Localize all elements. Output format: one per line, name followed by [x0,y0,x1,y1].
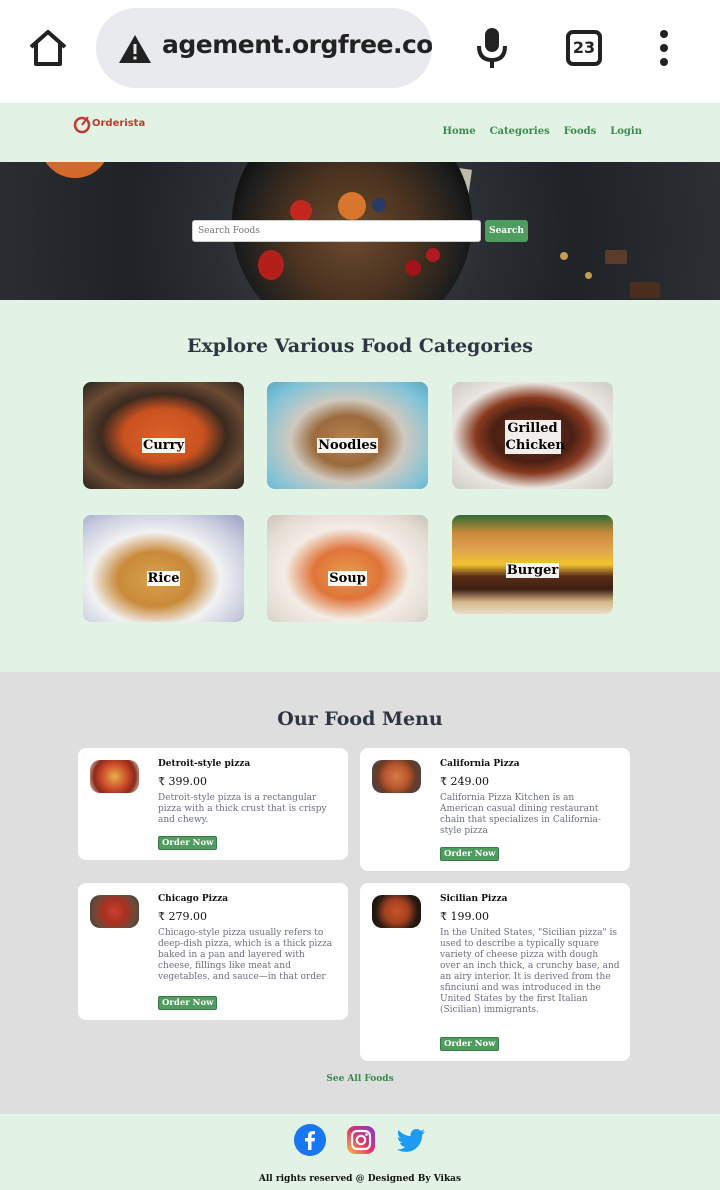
order-now-button[interactable]: Order Now [440,1037,500,1051]
logo-text: Orderista [92,118,146,129]
url-text[interactable]: agement.orgfree.com [162,30,432,59]
more-options-icon[interactable] [654,30,674,66]
nav-login-link[interactable]: Login [610,126,642,137]
nav-home-link[interactable]: Home [443,126,476,137]
food-name: California Pizza [440,759,520,769]
hero-strawberry [290,200,312,222]
hero-orange-decoration [40,162,110,178]
copyright-text: All rights reserved @ Designed By Vikas [258,1174,462,1184]
hero-cherry [426,248,440,262]
search-form: Search [192,220,528,242]
food-name: Chicago Pizza [158,894,229,904]
order-now-button[interactable]: Order Now [158,996,218,1010]
site-footer: All rights reserved @ Designed By Vikas [0,1114,720,1190]
category-card-grilled-chicken[interactable]: Grilled Chicken [452,382,613,489]
category-label: Noodles [317,438,378,453]
category-card-burger[interactable]: Burger [452,515,613,614]
twitter-icon[interactable] [395,1124,427,1156]
menu-title: Our Food Menu [277,708,443,730]
hero-strawberry [258,250,284,280]
hero-granola [585,272,592,279]
food-menu-section: Our Food Menu Detroit-style pizza ₹ 399.… [0,672,720,1114]
order-now-button[interactable]: Order Now [158,836,218,850]
food-price: ₹ 249.00 [440,775,489,788]
hero-banner: Search [0,162,720,300]
category-card-rice[interactable]: Rice [83,515,244,622]
food-card-chicago-pizza: Chicago Pizza ₹ 279.00 Chicago-style piz… [78,883,348,1020]
food-price: ₹ 399.00 [158,775,207,788]
category-card-noodles[interactable]: Noodles [267,382,428,489]
warning-icon[interactable] [118,34,152,64]
home-icon[interactable] [26,26,70,70]
hero-chocolate [605,250,627,264]
instagram-icon[interactable] [345,1124,377,1156]
categories-title: Explore Various Food Categories [187,335,533,357]
see-all-foods-link[interactable]: See All Foods [0,1074,720,1084]
food-price: ₹ 199.00 [440,910,489,923]
category-card-soup[interactable]: Soup [267,515,428,622]
main-nav: Home Categories Foods Login [443,126,643,137]
food-description: In the United States, "Sicilian pizza" i… [440,928,620,1015]
category-card-curry[interactable]: Curry [83,382,244,489]
hero-blueberry [372,198,386,212]
nav-categories-link[interactable]: Categories [490,126,550,137]
address-bar[interactable]: agement.orgfree.com [96,8,432,88]
category-label: Curry [141,438,186,453]
logo-mark-icon [73,116,91,134]
category-label: Burger [505,563,560,578]
food-card-detroit-pizza: Detroit-style pizza ₹ 399.00 Detroit-sty… [78,748,348,860]
food-description: California Pizza Kitchen is an American … [440,793,601,836]
search-button[interactable]: Search [485,220,528,242]
food-image [372,760,421,793]
food-description: Chicago-style pizza usually refers to de… [158,928,333,982]
site-header: Orderista Home Categories Foods Login [0,104,720,162]
food-card-sicilian-pizza: Sicilian Pizza ₹ 199.00 In the United St… [360,883,630,1061]
browser-toolbar: agement.orgfree.com 23 [0,0,720,104]
food-description: Detroit-style pizza is a rectangular piz… [158,793,327,825]
category-label: Soup [328,571,367,586]
food-image [90,895,139,928]
food-name: Detroit-style pizza [158,759,251,769]
order-now-button[interactable]: Order Now [440,847,500,861]
microphone-icon[interactable] [474,26,510,70]
search-input[interactable] [192,220,481,242]
hero-chocolate [630,282,660,298]
food-image [90,760,139,793]
food-image [372,895,421,928]
tab-count-button[interactable]: 23 [566,30,602,66]
nav-foods-link[interactable]: Foods [564,126,597,137]
category-label: Rice [146,571,181,586]
food-price: ₹ 279.00 [158,910,207,923]
hero-cherry [405,260,421,276]
hero-granola [560,252,568,260]
facebook-icon[interactable] [294,1124,326,1156]
food-name: Sicilian Pizza [440,894,508,904]
hero-orange-slice [338,192,366,220]
category-label: Grilled Chicken [504,420,565,454]
categories-section: Explore Various Food Categories Curry No… [0,300,720,672]
food-card-california-pizza: California Pizza ₹ 249.00 California Piz… [360,748,630,871]
